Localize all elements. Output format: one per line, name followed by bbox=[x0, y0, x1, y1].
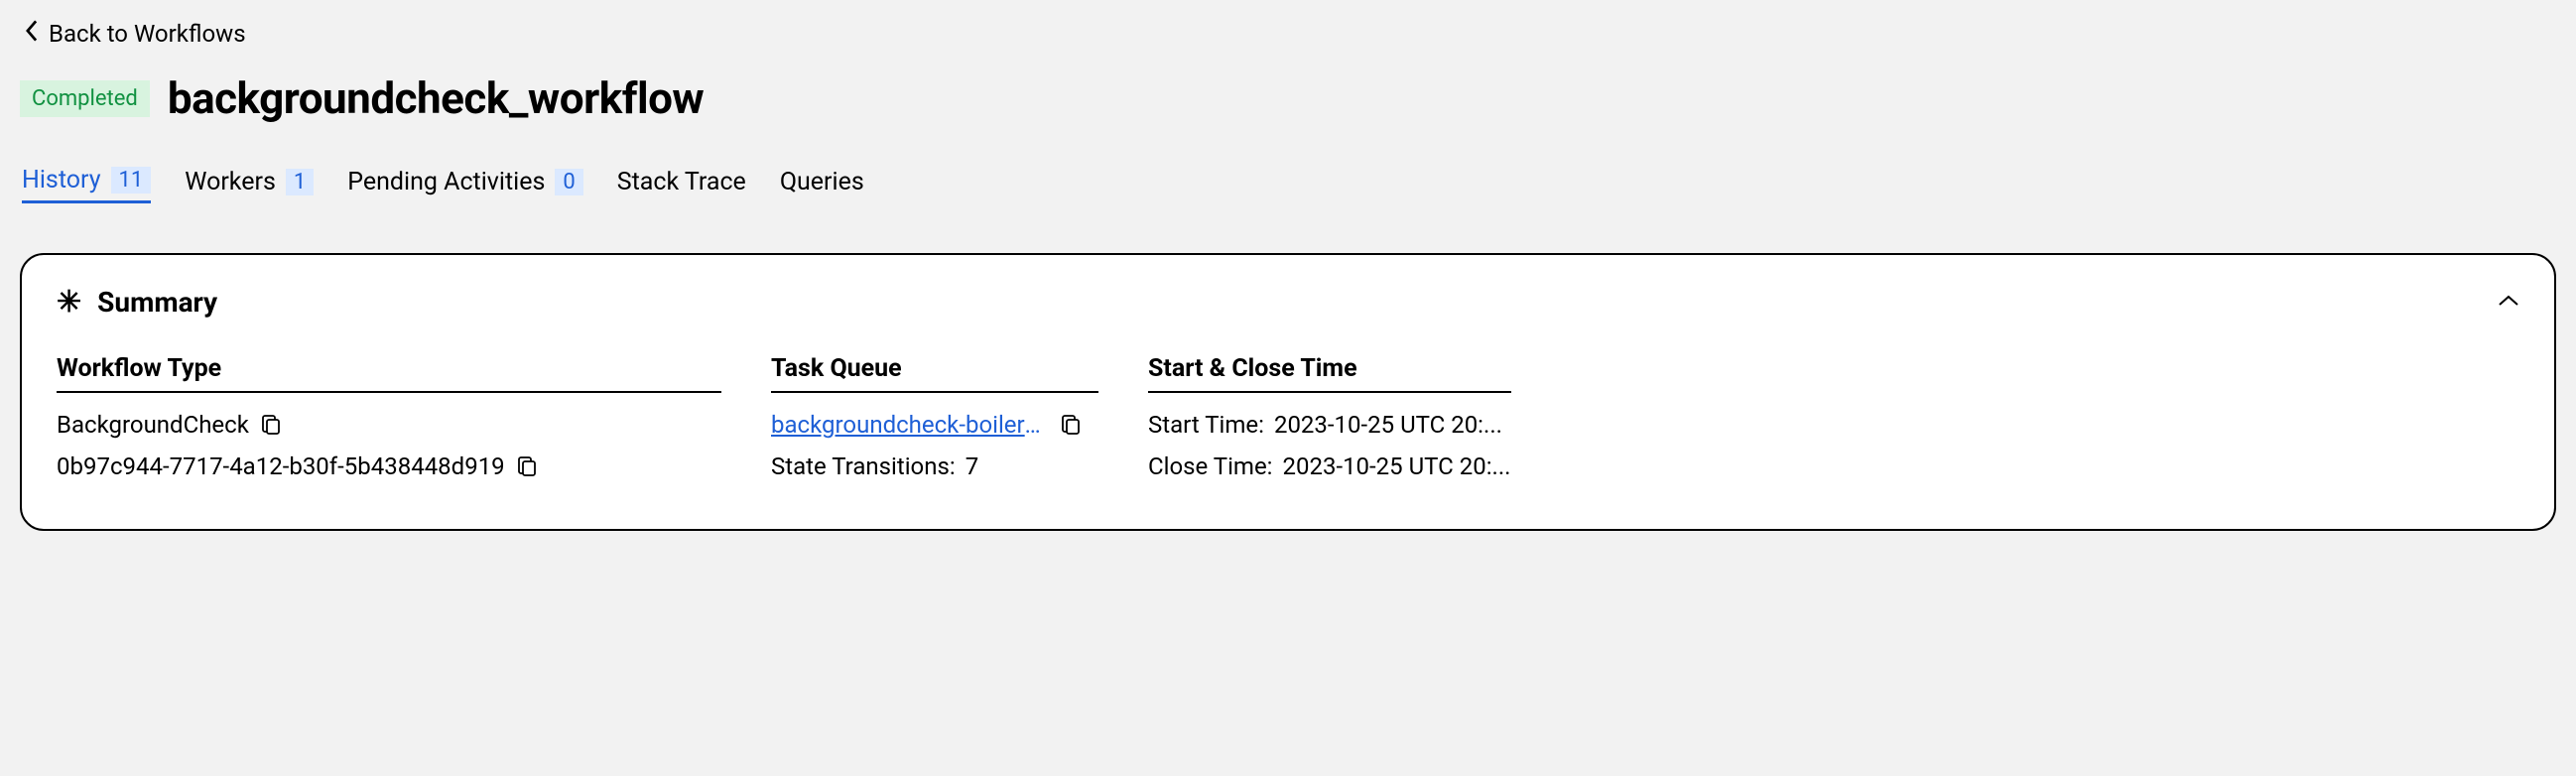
tab-label: Workers bbox=[185, 168, 276, 196]
workflow-title: backgroundcheck_workflow bbox=[168, 72, 704, 124]
chevron-up-icon[interactable] bbox=[2498, 293, 2519, 312]
tab-label: Stack Trace bbox=[617, 168, 746, 196]
tab-count: 1 bbox=[286, 169, 314, 195]
start-time-value: 2023-10-25 UTC 20:... bbox=[1274, 411, 1502, 439]
tab-count: 11 bbox=[111, 167, 152, 194]
tab-label: Queries bbox=[780, 168, 864, 196]
workflow-type-column: Workflow Type BackgroundCheck 0b97c944-7… bbox=[57, 354, 721, 494]
column-header: Start & Close Time bbox=[1148, 354, 1511, 393]
close-time-value: 2023-10-25 UTC 20:... bbox=[1282, 453, 1510, 480]
tab-stack-trace[interactable]: Stack Trace bbox=[617, 166, 746, 203]
tab-history[interactable]: History 11 bbox=[22, 166, 151, 203]
summary-columns: Workflow Type BackgroundCheck 0b97c944-7… bbox=[57, 354, 2519, 494]
tab-pending-activities[interactable]: Pending Activities 0 bbox=[347, 166, 583, 203]
back-link-text: Back to Workflows bbox=[49, 20, 246, 48]
chevron-left-icon bbox=[25, 20, 39, 48]
tab-label: Pending Activities bbox=[347, 168, 545, 196]
tab-workers[interactable]: Workers 1 bbox=[185, 166, 314, 203]
asterisk-icon: ✳ bbox=[57, 285, 81, 320]
summary-title: Summary bbox=[97, 286, 217, 319]
title-row: Completed backgroundcheck_workflow bbox=[20, 72, 2556, 124]
close-time-label: Close Time: bbox=[1148, 453, 1272, 480]
copy-icon[interactable] bbox=[1061, 414, 1081, 436]
copy-icon[interactable] bbox=[261, 414, 281, 436]
start-time-label: Start Time: bbox=[1148, 411, 1264, 439]
workflow-id-row: 0b97c944-7717-4a12-b30f-5b438448d919 bbox=[57, 453, 721, 480]
status-badge: Completed bbox=[20, 80, 150, 117]
tab-queries[interactable]: Queries bbox=[780, 166, 864, 203]
times-column: Start & Close Time Start Time: 2023-10-2… bbox=[1148, 354, 1511, 494]
workflow-type-name: BackgroundCheck bbox=[57, 411, 249, 439]
start-time-row: Start Time: 2023-10-25 UTC 20:... bbox=[1148, 411, 1511, 439]
task-queue-link[interactable]: backgroundcheck-boilerplate-... bbox=[771, 411, 1049, 439]
summary-header: ✳ Summary bbox=[57, 285, 2519, 320]
back-to-workflows-link[interactable]: Back to Workflows bbox=[25, 20, 246, 48]
copy-icon[interactable] bbox=[517, 455, 537, 477]
task-queue-row: backgroundcheck-boilerplate-... bbox=[771, 411, 1098, 439]
state-transitions-label: State Transitions: bbox=[771, 453, 956, 480]
tab-count: 0 bbox=[555, 169, 582, 195]
workflow-id: 0b97c944-7717-4a12-b30f-5b438448d919 bbox=[57, 453, 505, 480]
task-queue-column: Task Queue backgroundcheck-boilerplate-.… bbox=[771, 354, 1098, 494]
state-transitions-row: State Transitions: 7 bbox=[771, 453, 1098, 480]
tabs: History 11 Workers 1 Pending Activities … bbox=[20, 166, 2556, 203]
column-header: Task Queue bbox=[771, 354, 1098, 393]
summary-header-left: ✳ Summary bbox=[57, 285, 217, 320]
column-header: Workflow Type bbox=[57, 354, 721, 393]
workflow-type-row: BackgroundCheck bbox=[57, 411, 721, 439]
tab-label: History bbox=[22, 166, 101, 194]
summary-card: ✳ Summary Workflow Type BackgroundCheck bbox=[20, 253, 2556, 531]
close-time-row: Close Time: 2023-10-25 UTC 20:... bbox=[1148, 453, 1511, 480]
state-transitions-value: 7 bbox=[966, 453, 979, 480]
